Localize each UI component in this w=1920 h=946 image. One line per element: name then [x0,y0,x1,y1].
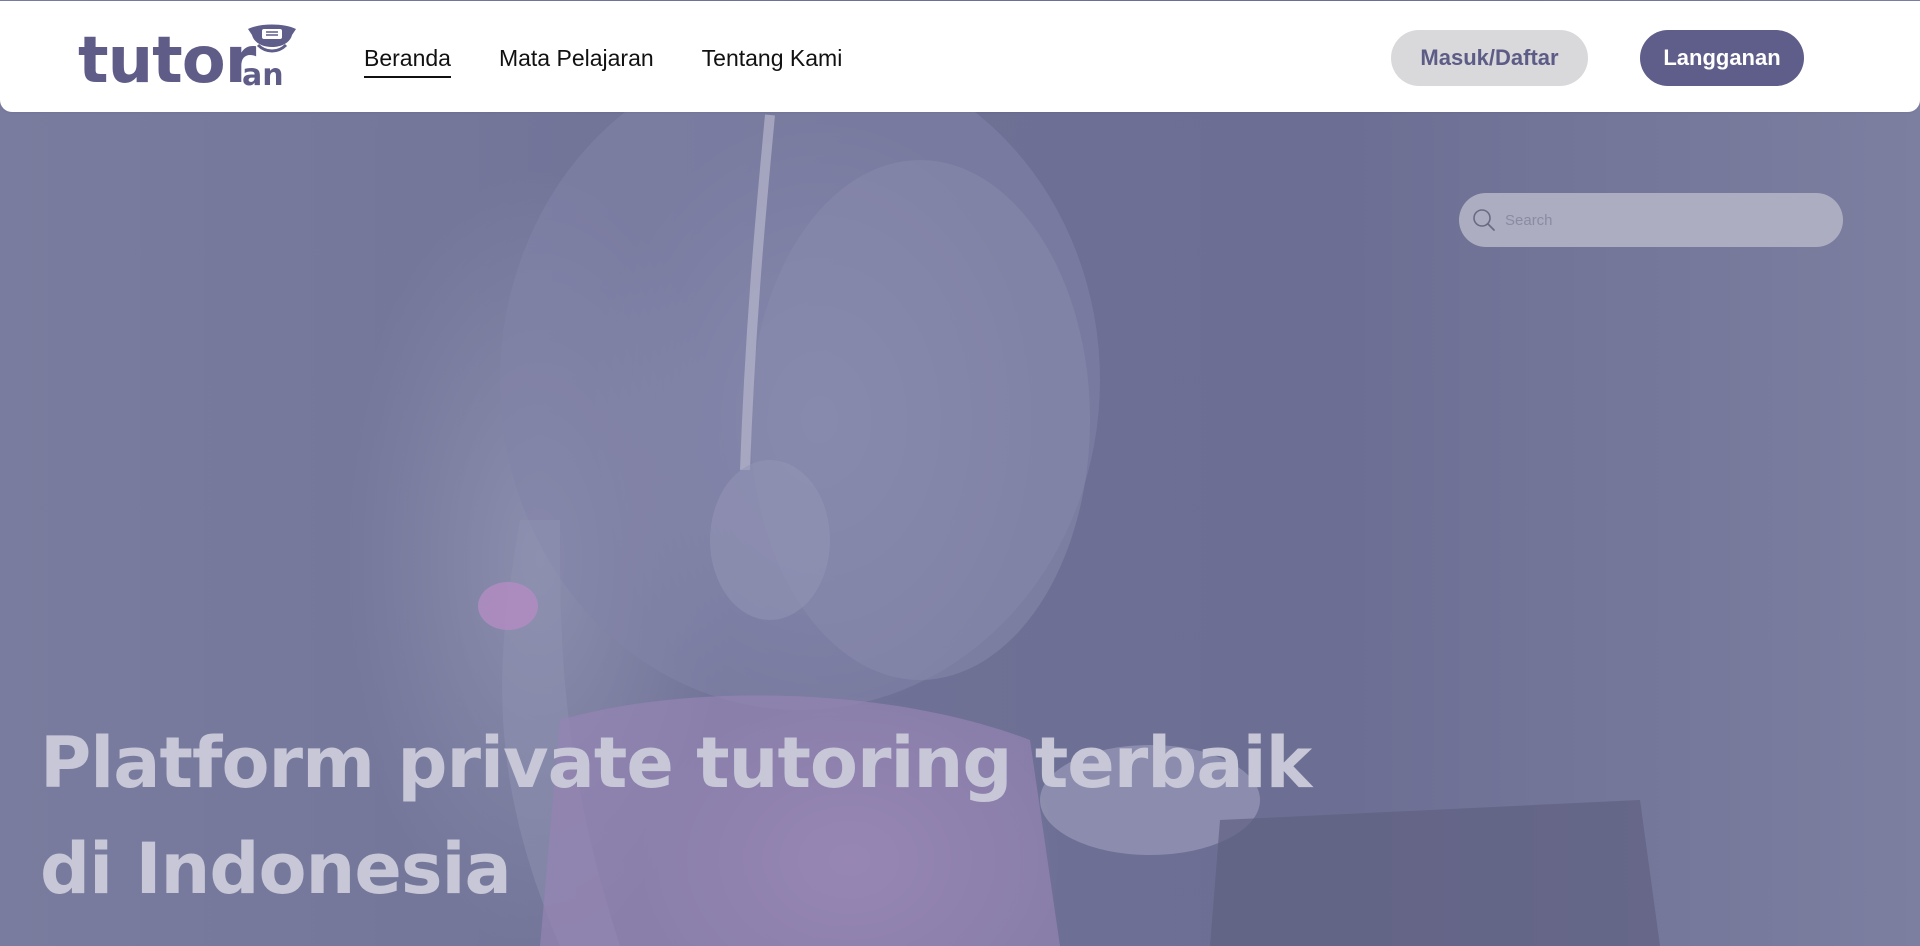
logo[interactable]: tutor an [78,23,304,93]
nav-beranda[interactable]: Beranda [364,45,451,78]
main-nav: Beranda Mata Pelajaran Tentang Kami [364,45,842,78]
search-bar [1459,193,1843,247]
search-icon [1473,209,1495,231]
login-register-button[interactable]: Masuk/Daftar [1391,30,1588,86]
logo-suffix: an [242,58,284,93]
subscribe-button[interactable]: Langganan [1640,30,1804,86]
nav-mata-pelajaran[interactable]: Mata Pelajaran [499,45,654,78]
page: tutor an Beranda Mata Pelajaran Tentang … [0,0,1920,946]
site-header: tutor an Beranda Mata Pelajaran Tentang … [0,1,1920,112]
nav-tentang-kami[interactable]: Tentang Kami [702,45,843,78]
hero-headline: Platform private tutoring terbaik di Ind… [40,722,1312,910]
logo-text: tutor [78,24,256,98]
search-input[interactable] [1505,205,1825,235]
